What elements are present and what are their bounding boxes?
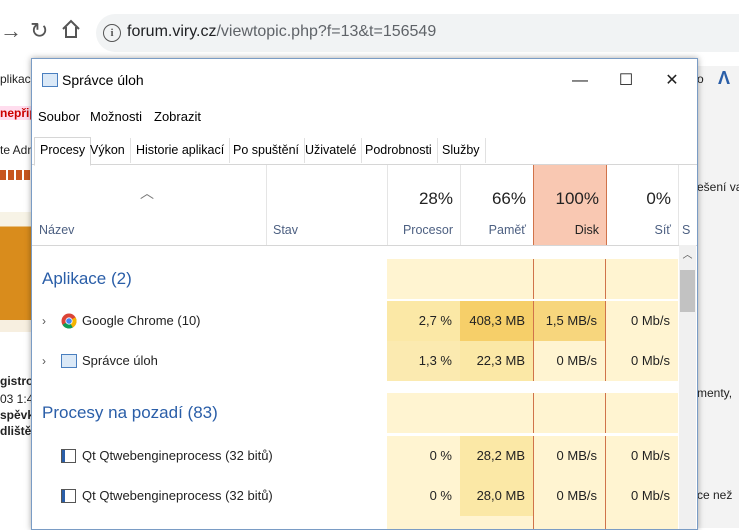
col-cpu[interactable]: 28% Procesor	[387, 165, 461, 245]
col-disk-label: Disk	[574, 223, 599, 237]
logo-icon: Λ	[718, 68, 731, 88]
cpu-value: 0 %	[387, 436, 460, 476]
bg-text: te Adn	[0, 143, 35, 157]
tab-procesy[interactable]: Procesy	[34, 137, 92, 166]
tab-podrobnosti[interactable]: Podrobnosti	[360, 138, 438, 163]
window-title: Správce úloh	[62, 72, 144, 88]
cpu-total: 28%	[418, 189, 453, 208]
tab-vykon[interactable]: Výkon	[85, 138, 131, 163]
disk-value: 1,5 MB/s	[533, 301, 606, 341]
bg-text: o	[697, 72, 704, 86]
cpu-value: 1,3 %	[387, 341, 460, 381]
col-name-label: Název	[39, 223, 75, 237]
group-label-apps: Aplikace (2)	[42, 269, 132, 288]
col-mem-label: Paměť	[488, 223, 526, 237]
window-app-icon	[61, 449, 76, 463]
disk-value: 0 MB/s	[533, 341, 606, 381]
col-net-label: Síť	[654, 223, 672, 237]
progress-stripes	[0, 170, 32, 180]
process-name: Správce úloh	[82, 353, 158, 368]
cpu-value: 0 %	[387, 476, 460, 516]
tab-po-spusteni[interactable]: Po spuštění	[228, 138, 306, 163]
column-header: Název Stav 28% Procesor 66% Paměť 100% D…	[32, 165, 697, 246]
task-manager-window: Správce úloh ― ☐ ✕ Soubor Možnosti Zobra…	[31, 58, 698, 530]
tab-bar: Procesy Výkon Historie aplikací Po spušt…	[32, 136, 697, 166]
bg-text: ešení va	[697, 180, 739, 194]
bg-text: spěvk	[0, 408, 35, 422]
scroll-up-icon[interactable]: ︿	[680, 248, 695, 264]
reload-icon[interactable]: ↻	[30, 18, 48, 44]
task-manager-app-icon	[42, 73, 58, 87]
mem-value: 22,3 MB	[460, 341, 533, 381]
scrollbar-thumb[interactable]	[680, 270, 695, 312]
home-icon[interactable]	[60, 18, 82, 43]
chrome-icon	[61, 313, 77, 332]
bg-text: ce než	[697, 488, 733, 502]
col-disk[interactable]: 100% Disk	[533, 165, 607, 245]
mem-total: 66%	[491, 189, 526, 208]
table-row[interactable]: Qt Qtwebengineprocess (32 bitů) 0 % 28,0…	[32, 476, 678, 516]
disk-value: 0 MB/s	[533, 436, 606, 476]
process-name: Qt Qtwebengineprocess (32 bitů)	[82, 488, 273, 503]
tab-sluzby[interactable]: Služby	[437, 138, 486, 163]
group-label-background: Procesy na pozadí (83)	[42, 403, 218, 422]
col-cpu-label: Procesor	[402, 223, 453, 237]
minimize-button[interactable]: ―	[557, 65, 603, 97]
process-name: Google Chrome (10)	[82, 313, 201, 328]
net-value: 0 Mb/s	[606, 341, 678, 381]
bg-text: 03 1:4	[0, 392, 34, 406]
info-icon[interactable]: i	[103, 24, 121, 42]
table-row[interactable]: Qt Qtwebengineprocess (32 bitů) 0 % 28,2…	[32, 436, 678, 476]
net-value: 0 Mb/s	[606, 476, 678, 516]
col-net[interactable]: 0% Síť	[606, 165, 679, 245]
menu-soubor[interactable]: Soubor	[38, 109, 80, 124]
net-value: 0 Mb/s	[606, 436, 678, 476]
close-button[interactable]: ✕	[649, 65, 695, 97]
bg-text: menty,	[697, 386, 733, 400]
net-value: 0 Mb/s	[606, 301, 678, 341]
mem-value: 28,0 MB	[460, 476, 533, 516]
process-name: Qt Qtwebengineprocess (32 bitů)	[82, 448, 273, 463]
menu-moznosti[interactable]: Možnosti	[90, 109, 142, 124]
sort-up-icon: ︿	[140, 185, 154, 201]
col-extra-label: S	[682, 223, 691, 237]
group-row-apps: Aplikace (2)	[32, 259, 678, 299]
table-row[interactable]: › Google Chrome (10) 2,7 % 408,3 MB 1,5 …	[32, 301, 678, 341]
col-mem[interactable]: 66% Paměť	[460, 165, 534, 245]
mem-value: 408,3 MB	[460, 301, 533, 341]
cpu-value: 2,7 %	[387, 301, 460, 341]
col-status[interactable]: Stav	[266, 165, 388, 245]
tab-historie-aplikaci[interactable]: Historie aplikací	[131, 138, 231, 163]
group-row-background: Procesy na pozadí (83)	[32, 393, 678, 433]
disk-value: 0 MB/s	[533, 476, 606, 516]
beer-image	[0, 212, 32, 332]
disk-total: 100%	[555, 189, 599, 208]
tab-uzivatele[interactable]: Uživatelé	[300, 138, 363, 163]
menu-zobrazit[interactable]: Zobrazit	[154, 109, 201, 124]
table-row[interactable]: › Správce úloh 1,3 % 22,3 MB 0 MB/s 0 Mb…	[32, 341, 678, 381]
task-manager-icon	[61, 354, 77, 368]
net-total: 0%	[646, 189, 671, 208]
chevron-right-icon[interactable]: ›	[42, 341, 46, 381]
chevron-right-icon[interactable]: ›	[42, 301, 46, 341]
col-name[interactable]: Název	[32, 165, 267, 245]
col-extra[interactable]: S	[679, 165, 697, 245]
forum-right-column	[695, 66, 739, 528]
mem-value: 28,2 MB	[460, 436, 533, 476]
url-text[interactable]: forum.viry.cz/viewtopic.php?f=13&t=15654…	[127, 23, 436, 41]
window-app-icon	[61, 489, 76, 503]
maximize-button[interactable]: ☐	[603, 65, 649, 97]
bg-text: dliště	[0, 424, 32, 438]
col-status-label: Stav	[273, 223, 299, 237]
bg-text: gistro	[0, 374, 34, 388]
bg-text: plikac	[0, 72, 31, 86]
forward-icon[interactable]: →	[0, 18, 22, 44]
